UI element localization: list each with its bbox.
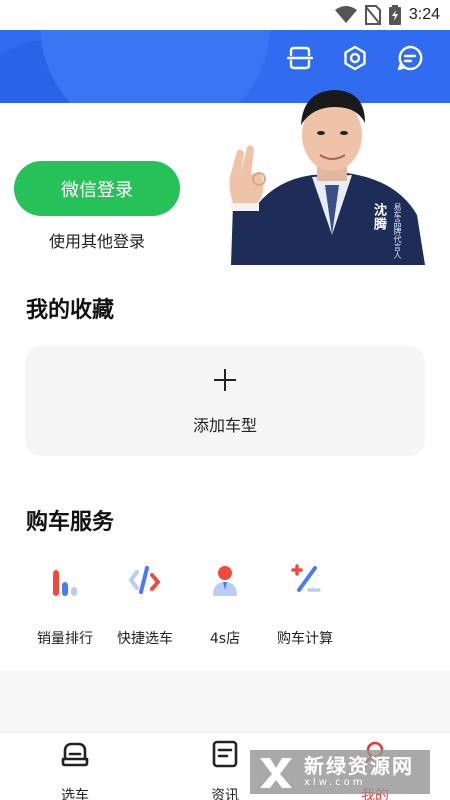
spokesperson-name: 沈腾 (371, 203, 386, 231)
spokesperson-subtitle: 易车品牌代言人 (393, 203, 402, 259)
watermark: 新绿资源网 xlw.com (250, 750, 430, 794)
battery-charging-icon (388, 5, 401, 25)
spacer-band (0, 670, 450, 732)
settings-button[interactable] (340, 43, 370, 73)
other-login-link[interactable]: 使用其他登录 (14, 228, 180, 252)
message-button[interactable] (395, 43, 425, 73)
spokesperson-tag: 沈腾 易车品牌代言人 (369, 203, 403, 259)
add-vehicle-label: 添加车型 (192, 416, 257, 435)
spokesperson-banner[interactable]: 沈腾 易车品牌代言人 (217, 85, 428, 265)
services-title: 购车服务 (26, 510, 115, 535)
quick-select-icon (129, 566, 160, 594)
wifi-icon (334, 6, 357, 24)
dealer-icon (213, 566, 237, 596)
car-icon (61, 742, 89, 767)
plus-icon (214, 369, 236, 391)
service-sales-ranking[interactable]: 销量排行 (20, 560, 110, 648)
service-quick-select[interactable]: 快捷选车 (100, 560, 190, 648)
profile-screen: 3:24 沈腾 易车品牌代言人 微信登录 使用其他登录 我的收藏 添加车型 购车… (0, 0, 450, 800)
service-calculator[interactable]: 购车计算 (260, 560, 350, 648)
watermark-logo-icon (260, 758, 292, 788)
scan-icon (287, 46, 313, 70)
status-bar: 3:24 (0, 0, 450, 30)
watermark-title: 新绿资源网 (304, 754, 414, 778)
message-icon (397, 45, 423, 71)
service-dealer[interactable]: 4s店 (180, 560, 270, 648)
wechat-login-button[interactable]: 微信登录 (14, 161, 180, 216)
add-vehicle-card[interactable]: 添加车型 (25, 346, 425, 456)
scan-button[interactable] (285, 43, 315, 73)
watermark-url: xlw.com (304, 777, 366, 788)
calculator-icon (291, 564, 321, 592)
news-icon (212, 740, 238, 768)
nav-label: 选车 (61, 788, 89, 800)
service-label: 购车计算 (277, 631, 333, 647)
service-label: 4s店 (209, 631, 241, 647)
sales-ranking-icon (53, 570, 77, 596)
service-label: 销量排行 (37, 631, 93, 647)
favorites-title: 我的收藏 (26, 298, 115, 323)
no-sim-icon (364, 5, 381, 25)
settings-icon (344, 45, 366, 71)
service-label: 快捷选车 (117, 631, 173, 647)
nav-select-car[interactable]: 选车 (35, 739, 115, 800)
status-time: 3:24 (408, 6, 440, 23)
